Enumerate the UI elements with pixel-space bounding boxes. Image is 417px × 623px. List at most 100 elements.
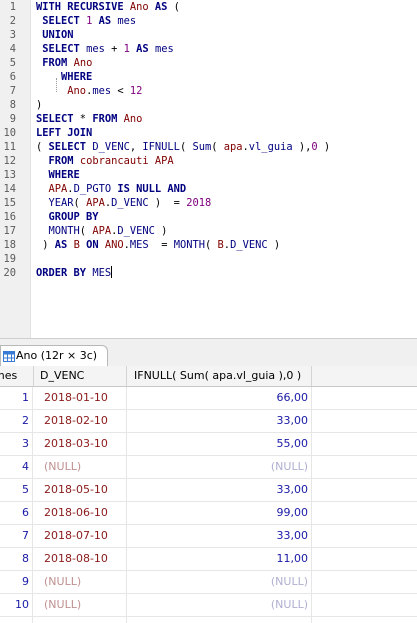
column-header-mes[interactable]: mes (0, 366, 34, 386)
code-line[interactable]: 12 FROM cobrancauti APA (0, 154, 417, 168)
code-token: ) (154, 225, 168, 237)
line-number: 14 (3, 183, 16, 195)
table-row[interactable]: 10 (NULL) (NULL) (0, 594, 417, 617)
sql-editor[interactable]: 1 WITH RECURSIVE Ano AS (2 SELECT 1 AS me… (0, 0, 417, 338)
column-header-d-venc[interactable]: D_VENC (34, 366, 127, 386)
code-line[interactable]: 4 SELECT mes + 1 AS mes (0, 42, 417, 56)
code-line[interactable]: 7 Ano.mes < 12 (0, 84, 417, 98)
code-text[interactable]: WHERE (36, 168, 80, 182)
code-text[interactable]: FROM Ano (36, 56, 92, 70)
code-line[interactable]: 14 APA.D_PGTO IS NULL AND (0, 182, 417, 196)
code-token: ( (179, 141, 193, 153)
cell-d-venc[interactable]: 2018-08-10 (34, 548, 127, 570)
code-line[interactable]: 20 ORDER BY MES (0, 266, 417, 280)
code-text[interactable]: FROM cobrancauti APA (36, 154, 174, 168)
code-line[interactable]: 1 WITH RECURSIVE Ano AS ( (0, 0, 417, 14)
cell-mes[interactable]: 11 (0, 617, 33, 623)
code-text[interactable]: MONTH( APA.D_VENC ) (36, 224, 168, 238)
code-text[interactable]: WHERE (36, 70, 92, 84)
cell-ifnull-sum[interactable]: 33,00 (128, 410, 312, 432)
code-line[interactable]: 13 WHERE (0, 168, 417, 182)
cell-ifnull-sum[interactable]: 66,00 (128, 387, 312, 409)
code-token: ) (317, 141, 331, 153)
table-row[interactable]: 1 2018-01-10 66,00 (0, 387, 417, 410)
code-token: FROM (42, 57, 68, 69)
column-header-ifnull-sum[interactable]: IFNULL( Sum( apa.vl_guia ),0 ) (128, 366, 312, 386)
code-token: mes (92, 85, 112, 97)
cell-mes[interactable]: 6 (0, 502, 33, 524)
cell-d-venc[interactable]: (NULL) (34, 456, 127, 478)
code-line[interactable]: 5 FROM Ano (0, 56, 417, 70)
code-text[interactable]: APA.D_PGTO IS NULL AND (36, 182, 187, 196)
code-line[interactable]: 3 UNION (0, 28, 417, 42)
table-row[interactable]: 5 2018-05-10 33,00 (0, 479, 417, 502)
code-line[interactable]: 10 LEFT JOIN (0, 126, 417, 140)
cell-d-venc[interactable]: 2018-01-10 (34, 387, 127, 409)
cell-d-venc[interactable]: 2018-11-10 (34, 617, 127, 623)
cell-ifnull-sum[interactable]: 55,00 (128, 433, 312, 455)
code-line[interactable]: 2 SELECT 1 AS mes (0, 14, 417, 28)
code-text[interactable]: WITH RECURSIVE Ano AS ( (36, 0, 180, 14)
table-row[interactable]: 9 (NULL) (NULL) (0, 571, 417, 594)
cell-mes[interactable]: 4 (0, 456, 33, 478)
cell-d-venc[interactable]: 2018-02-10 (34, 410, 127, 432)
code-token: MONTH (48, 225, 80, 237)
cell-d-venc[interactable]: (NULL) (34, 594, 127, 616)
code-text[interactable]: YEAR( APA.D_VENC ) = 2018 (36, 196, 212, 210)
code-line[interactable]: 15 YEAR( APA.D_VENC ) = 2018 (0, 196, 417, 210)
cell-ifnull-sum[interactable]: 33,00 (128, 525, 312, 547)
cell-d-venc[interactable]: 2018-05-10 (34, 479, 127, 501)
column-header-d-venc-label: D_VENC (40, 369, 85, 382)
table-row[interactable]: 7 2018-07-10 33,00 (0, 525, 417, 548)
code-line[interactable]: 17 MONTH( APA.D_VENC ) (0, 224, 417, 238)
cell-mes[interactable]: 9 (0, 571, 33, 593)
grid-header: mes D_VENC IFNULL( Sum( apa.vl_guia ),0 … (0, 366, 417, 387)
code-line[interactable]: 19 (0, 252, 417, 266)
code-line[interactable]: 18 ) AS B ON ANO.MES = MONTH( B.D_VENC ) (0, 238, 417, 252)
code-token: apa (223, 141, 243, 153)
code-text[interactable]: LEFT JOIN (36, 126, 92, 140)
code-text[interactable]: GROUP BY (36, 210, 99, 224)
cell-mes[interactable]: 7 (0, 525, 33, 547)
result-grid[interactable]: mes D_VENC IFNULL( Sum( apa.vl_guia ),0 … (0, 366, 417, 623)
cell-mes[interactable]: 10 (0, 594, 33, 616)
table-row[interactable]: 8 2018-08-10 11,00 (0, 548, 417, 571)
code-text[interactable]: ORDER BY MES (36, 266, 113, 280)
code-text[interactable]: SELECT 1 AS mes (36, 14, 136, 28)
cell-mes[interactable]: 5 (0, 479, 33, 501)
code-text[interactable]: ) (36, 98, 42, 112)
code-line[interactable]: 11 ( SELECT D_VENC, IFNULL( Sum( apa.vl_g… (0, 140, 417, 154)
table-row[interactable]: 3 2018-03-10 55,00 (0, 433, 417, 456)
cell-mes[interactable]: 1 (0, 387, 33, 409)
cell-mes[interactable]: 3 (0, 433, 33, 455)
table-row[interactable]: 6 2018-06-10 99,00 (0, 502, 417, 525)
code-line[interactable]: 16 GROUP BY (0, 210, 417, 224)
cell-d-venc[interactable]: (NULL) (34, 571, 127, 593)
cell-ifnull-sum[interactable]: (NULL) (128, 594, 312, 616)
cell-ifnull-sum[interactable]: (NULL) (128, 571, 312, 593)
code-text[interactable]: ) AS B ON ANO.MES = MONTH( B.D_VENC ) (36, 238, 280, 252)
code-text[interactable]: SELECT mes + 1 AS mes (36, 42, 173, 56)
cell-d-venc[interactable]: 2018-03-10 (34, 433, 127, 455)
code-token: AS (136, 43, 149, 55)
cell-mes[interactable]: 2 (0, 410, 33, 432)
code-text[interactable]: Ano.mes < 12 (36, 84, 142, 98)
cell-ifnull-sum[interactable]: 33,00 (128, 479, 312, 501)
code-text[interactable]: SELECT * FROM Ano (36, 112, 142, 126)
cell-d-venc[interactable]: 2018-07-10 (34, 525, 127, 547)
table-row[interactable]: 2 2018-02-10 33,00 (0, 410, 417, 433)
code-line[interactable]: 6 WHERE (0, 70, 417, 84)
code-text[interactable]: ( SELECT D_VENC, IFNULL( Sum( apa.vl_gui… (36, 140, 330, 154)
cell-ifnull-sum[interactable]: (NULL) (128, 456, 312, 478)
cell-d-venc[interactable]: 2018-06-10 (34, 502, 127, 524)
cell-ifnull-sum[interactable]: 99,00 (128, 502, 312, 524)
code-line[interactable]: 9 SELECT * FROM Ano (0, 112, 417, 126)
cell-mes[interactable]: 8 (0, 548, 33, 570)
code-text[interactable]: UNION (36, 28, 73, 42)
table-row[interactable]: 112018-11-1012,00 (0, 617, 417, 623)
cell-ifnull-sum[interactable]: 11,00 (128, 548, 312, 570)
result-tab[interactable]: Ano (12r × 3c) (0, 345, 108, 367)
code-line[interactable]: 8) (0, 98, 417, 112)
cell-ifnull-sum[interactable]: 12,00 (128, 617, 312, 623)
table-row[interactable]: 4 (NULL) (NULL) (0, 456, 417, 479)
